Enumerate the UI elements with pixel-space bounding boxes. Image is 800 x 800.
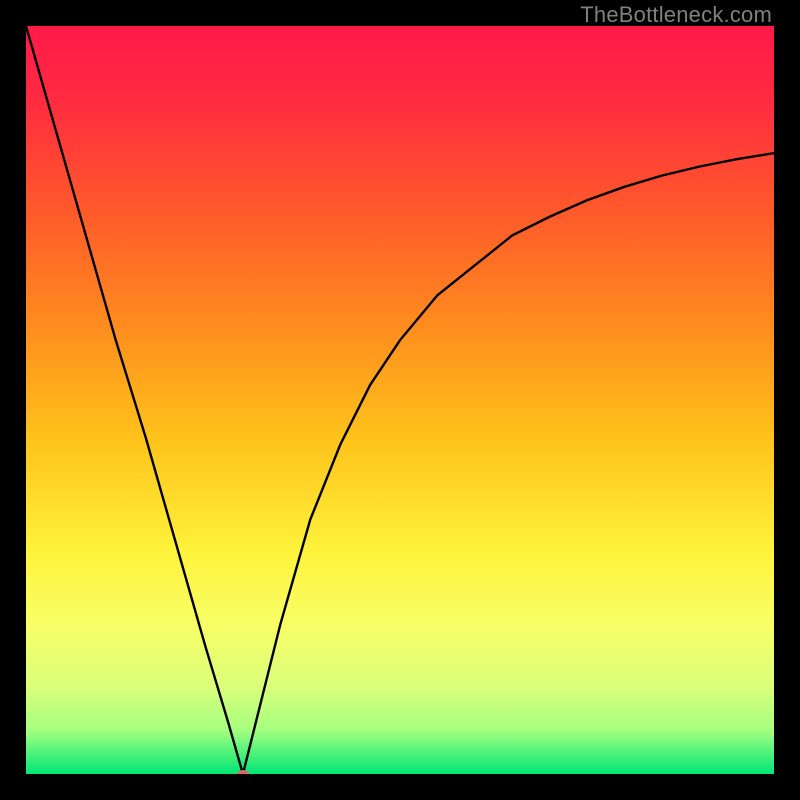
plot-area bbox=[26, 26, 774, 774]
bottleneck-chart bbox=[26, 26, 774, 774]
chart-frame: TheBottleneck.com bbox=[0, 0, 800, 800]
gradient-background bbox=[26, 26, 774, 774]
watermark-text: TheBottleneck.com bbox=[580, 2, 772, 28]
